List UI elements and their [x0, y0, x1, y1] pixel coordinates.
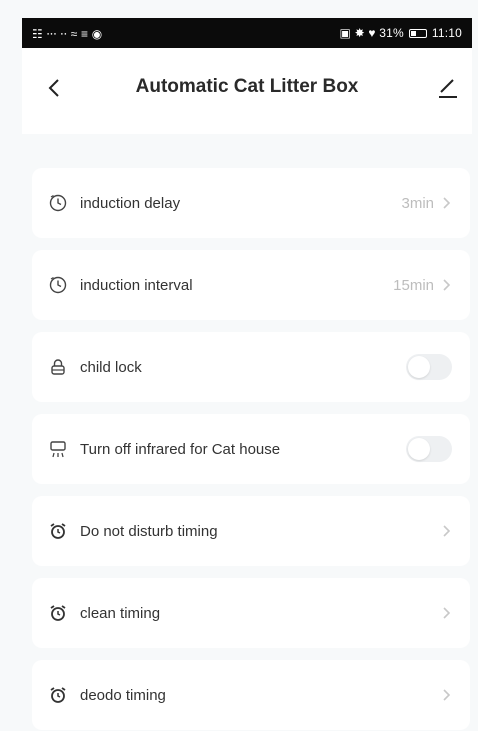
page-title: Automatic Cat Litter Box: [135, 76, 359, 97]
edit-button[interactable]: [434, 74, 462, 102]
timer-icon: [48, 275, 68, 295]
do-not-disturb-row[interactable]: Do not disturb timing: [32, 496, 470, 566]
status-left: ☷ ⸱⸱⸱ ⸱⸱ ≈ ≡ ◉: [32, 25, 102, 42]
infrared-row: Turn off infrared for Cat house: [32, 414, 470, 484]
induction-delay-row[interactable]: induction delay 3min: [32, 168, 470, 238]
induction-interval-value: 15min: [393, 276, 434, 294]
child-lock-label: child lock: [80, 358, 142, 376]
status-bar: ☷ ⸱⸱⸱ ⸱⸱ ≈ ≡ ◉ ▣ ✸ ♥ 31% 11:10: [22, 18, 472, 48]
chevron-right-icon: [442, 687, 452, 703]
status-time: 11:10: [431, 26, 462, 40]
status-icons-right: ▣ ✸ ♥ 31%: [339, 26, 404, 40]
child-lock-row: child lock: [32, 332, 470, 402]
deodo-timing-row[interactable]: deodo timing: [32, 660, 470, 730]
child-lock-toggle[interactable]: [406, 354, 452, 380]
chevron-right-icon: [442, 195, 452, 211]
alarm-clock-icon: [48, 603, 68, 623]
deodo-timing-label: deodo timing: [80, 686, 166, 704]
pencil-icon: [439, 79, 457, 98]
lock-icon: [48, 357, 68, 377]
induction-delay-value: 3min: [401, 194, 434, 212]
chevron-right-icon: [442, 523, 452, 539]
status-icons-left: ☷ ⸱⸱⸱ ⸱⸱ ≈ ≡ ◉: [32, 26, 103, 41]
infrared-toggle[interactable]: [406, 436, 452, 462]
clean-timing-label: clean timing: [80, 604, 161, 622]
alarm-clock-icon: [48, 685, 68, 705]
induction-interval-row[interactable]: induction interval 15min: [32, 250, 470, 320]
app-header: Automatic Cat Litter Box: [22, 48, 472, 134]
toggle-knob: [408, 438, 430, 460]
induction-delay-label: induction delay: [80, 194, 181, 212]
toggle-knob: [408, 356, 430, 378]
infrared-sensor-icon: [48, 439, 68, 459]
chevron-right-icon: [442, 605, 452, 621]
induction-interval-label: induction interval: [80, 276, 193, 294]
battery-icon: [408, 28, 427, 38]
alarm-clock-icon: [48, 521, 68, 541]
screen: ☷ ⸱⸱⸱ ⸱⸱ ≈ ≡ ◉ ▣ ✸ ♥ 31% 11:10 Automatic…: [0, 0, 478, 731]
do-not-disturb-label: Do not disturb timing: [80, 522, 218, 540]
status-right: ▣ ✸ ♥ 31% 11:10: [340, 26, 462, 40]
clean-timing-row[interactable]: clean timing: [32, 578, 470, 648]
timer-icon: [48, 193, 68, 213]
infrared-label: Turn off infrared for Cat house: [80, 440, 281, 458]
chevron-right-icon: [442, 277, 452, 293]
